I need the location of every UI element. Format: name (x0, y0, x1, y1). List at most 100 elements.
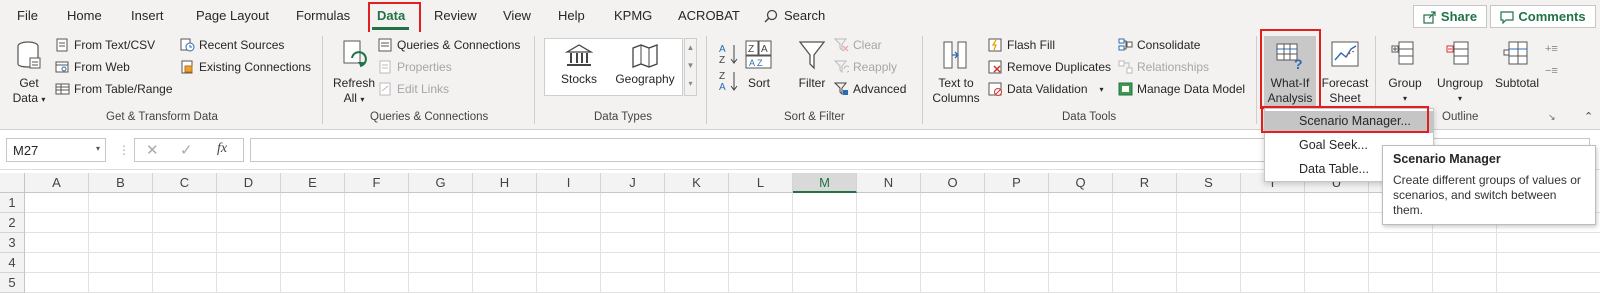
geography-button[interactable]: Geography (610, 44, 680, 87)
manage-data-model-button[interactable]: Manage Data Model (1118, 82, 1245, 96)
gallery-scroll[interactable]: ▲ ▼ ▾ (684, 38, 697, 96)
scroll-down-icon[interactable]: ▼ (685, 57, 696, 75)
clear-button[interactable]: Clear (834, 38, 882, 52)
column-header-g[interactable]: G (409, 173, 473, 193)
insert-function-button[interactable]: fx (217, 141, 227, 157)
row-header-2[interactable]: 2 (0, 213, 25, 233)
sort-az-button[interactable]: AZ ZA (718, 42, 740, 102)
sort-descending-icon: ZA (719, 71, 738, 93)
column-header-f[interactable]: F (345, 173, 409, 193)
edit-links-button[interactable]: Edit Links (378, 82, 449, 96)
column-header-b[interactable]: B (89, 173, 153, 193)
comments-label: Comments (1518, 9, 1586, 24)
ungroup-label: Ungroup (1436, 76, 1484, 90)
subtotal-button[interactable]: Subtotal (1490, 40, 1544, 91)
column-gridline (1368, 193, 1369, 293)
advanced-button[interactable]: Advanced (834, 82, 906, 96)
show-detail-icon[interactable]: +≡ (1545, 38, 1565, 60)
flash-fill-button[interactable]: Flash Fill (988, 38, 1055, 52)
column-gridline (1176, 193, 1177, 293)
column-gridline (984, 193, 985, 293)
tab-file[interactable]: File (17, 8, 38, 23)
name-box[interactable]: M27 ▾ (6, 138, 106, 162)
tab-review[interactable]: Review (434, 8, 477, 23)
ribbon-tab-bar: File Home Insert Page Layout Formulas Da… (0, 0, 1600, 34)
column-header-h[interactable]: H (473, 173, 537, 193)
svg-text:Z: Z (719, 71, 725, 82)
worksheet-grid[interactable]: ABCDEFGHIJKLMNOPQRSTUVW 12345 (0, 173, 1600, 293)
consolidate-button[interactable]: Consolidate (1118, 38, 1200, 52)
from-text-csv-button[interactable]: From Text/CSV (55, 38, 155, 52)
refresh-all-button[interactable]: Refresh All ▾ (330, 40, 378, 107)
row-header-5[interactable]: 5 (0, 273, 25, 293)
relationships-button[interactable]: Relationships (1118, 60, 1209, 74)
scroll-up-icon[interactable]: ▲ (685, 39, 696, 57)
reapply-button[interactable]: Reapply (834, 60, 897, 74)
sort-button[interactable]: ZA A Z Sort (744, 40, 774, 91)
column-header-q[interactable]: Q (1049, 173, 1113, 193)
tab-insert[interactable]: Insert (131, 8, 164, 23)
chevron-down-icon[interactable]: ▾ (1100, 85, 1104, 94)
search-box[interactable]: Search (764, 8, 825, 23)
data-validation-button[interactable]: Data Validation ▾ (988, 82, 1104, 96)
tab-home[interactable]: Home (67, 8, 102, 23)
existing-connections-button[interactable]: Existing Connections (180, 60, 311, 74)
group-separator (706, 36, 707, 124)
column-header-n[interactable]: N (857, 173, 921, 193)
properties-button[interactable]: Properties (378, 60, 452, 74)
comments-button[interactable]: Comments (1490, 5, 1596, 28)
column-header-c[interactable]: C (153, 173, 217, 193)
column-header-o[interactable]: O (921, 173, 985, 193)
tab-page-layout[interactable]: Page Layout (196, 8, 269, 23)
ungroup-button[interactable]: Ungroup ▾ (1432, 40, 1488, 106)
data-validation-label: Data Validation (1007, 82, 1088, 96)
column-header-s[interactable]: S (1177, 173, 1241, 193)
tab-help[interactable]: Help (558, 8, 585, 23)
text-to-columns-button[interactable]: Text to Columns (928, 40, 984, 106)
column-header-a[interactable]: A (25, 173, 89, 193)
excel-window: File Home Insert Page Layout Formulas Da… (0, 0, 1600, 293)
cancel-icon[interactable]: ✕ (146, 141, 159, 159)
remove-duplicates-button[interactable]: Remove Duplicates (988, 60, 1111, 74)
drag-handle-icon[interactable]: ⋮ (118, 143, 130, 157)
group-button[interactable]: Group ▾ (1382, 40, 1428, 106)
tab-kpmg[interactable]: KPMG (614, 8, 652, 23)
column-header-m[interactable]: M (793, 173, 857, 193)
enter-icon[interactable]: ✓ (180, 141, 193, 159)
forecast-sheet-button[interactable]: Forecast Sheet (1320, 40, 1370, 106)
from-table-range-button[interactable]: From Table/Range (55, 82, 173, 96)
relationships-label: Relationships (1137, 60, 1210, 74)
chevron-down-icon[interactable]: ▾ (96, 144, 100, 153)
hide-detail-icon[interactable]: −≡ (1545, 60, 1565, 82)
gallery-more-icon[interactable]: ▾ (685, 75, 696, 93)
tab-acrobat[interactable]: ACROBAT (678, 8, 740, 23)
column-header-r[interactable]: R (1113, 173, 1177, 193)
queries-connections-button[interactable]: Queries & Connections (378, 38, 520, 52)
row-header-3[interactable]: 3 (0, 233, 25, 253)
column-header-p[interactable]: P (985, 173, 1049, 193)
get-data-button[interactable]: Get Data ▾ (8, 40, 50, 107)
recent-sources-icon (180, 38, 195, 52)
column-header-l[interactable]: L (729, 173, 793, 193)
row-header-4[interactable]: 4 (0, 253, 25, 273)
collapse-ribbon-icon[interactable]: ⌃ (1584, 110, 1593, 123)
group-label-sort-filter: Sort & Filter (784, 111, 845, 123)
tab-formulas[interactable]: Formulas (296, 8, 350, 23)
tab-view[interactable]: View (503, 8, 531, 23)
column-header-j[interactable]: J (601, 173, 665, 193)
row-header-1[interactable]: 1 (0, 193, 25, 213)
dialog-launcher-icon[interactable]: ↘ (1548, 112, 1556, 123)
select-all-corner[interactable] (0, 173, 25, 193)
column-gridline (856, 193, 857, 293)
recent-sources-button[interactable]: Recent Sources (180, 38, 284, 52)
column-header-i[interactable]: I (537, 173, 601, 193)
outline-detail-buttons: +≡ −≡ (1545, 38, 1565, 82)
column-header-k[interactable]: K (665, 173, 729, 193)
from-web-button[interactable]: From Web (55, 60, 130, 74)
column-header-d[interactable]: D (217, 173, 281, 193)
share-button[interactable]: Share (1413, 5, 1487, 28)
advanced-filter-icon (834, 82, 848, 96)
column-header-e[interactable]: E (281, 173, 345, 193)
stocks-button[interactable]: Stocks (556, 44, 602, 87)
filter-button[interactable]: Filter (794, 40, 830, 91)
